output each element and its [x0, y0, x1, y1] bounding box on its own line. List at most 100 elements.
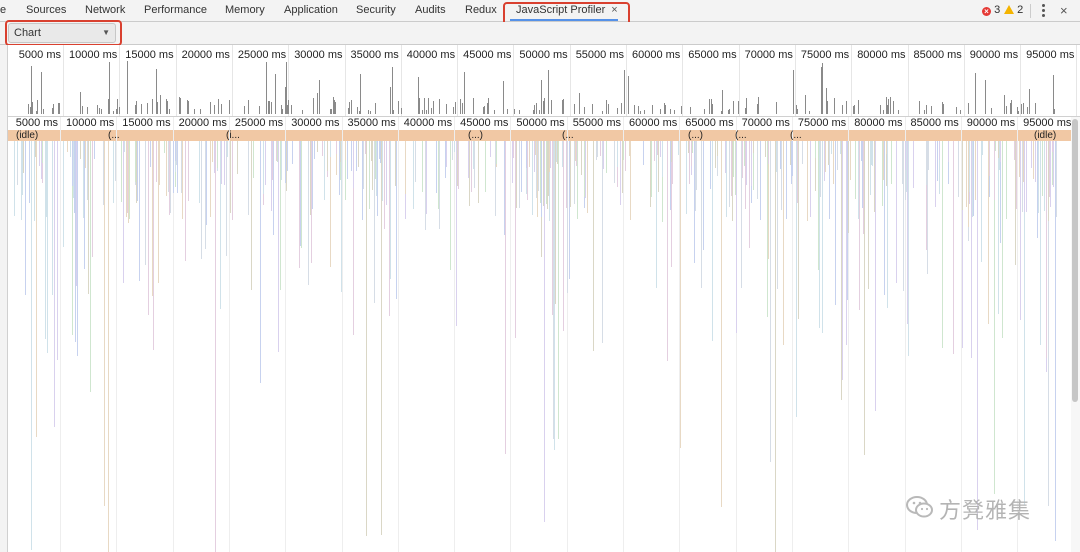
call-stack-frame[interactable] — [35, 141, 37, 157]
call-stack-frame[interactable] — [252, 141, 254, 179]
call-stack-frame[interactable] — [581, 141, 583, 175]
call-stack-frame[interactable] — [554, 141, 556, 450]
call-stack-frame[interactable] — [495, 141, 497, 216]
call-stack-frame[interactable] — [540, 141, 542, 218]
call-stack-frame[interactable] — [220, 141, 222, 184]
call-stack-frame[interactable] — [85, 141, 87, 168]
call-stack-frame[interactable] — [961, 141, 963, 210]
call-stack-frame[interactable] — [169, 141, 171, 215]
timeline-overview[interactable]: 5000 ms 10000 ms 15000 ms 20000 ms 25000 ms 3… — [8, 45, 1080, 117]
call-stack-frame[interactable] — [649, 141, 651, 207]
call-stack-frame[interactable] — [52, 141, 53, 295]
call-stack-frame[interactable] — [549, 141, 551, 172]
tab-security[interactable]: Security — [356, 0, 396, 22]
call-stack-frame[interactable] — [756, 141, 758, 200]
call-stack-frame[interactable] — [389, 141, 391, 280]
call-stack-frame[interactable] — [750, 141, 752, 186]
call-stack-frame[interactable] — [650, 141, 652, 198]
call-stack-frame[interactable] — [368, 141, 370, 210]
call-stack-frame[interactable] — [248, 141, 250, 215]
call-stack-frame[interactable] — [710, 141, 712, 189]
call-stack-frame[interactable] — [938, 141, 940, 160]
call-stack-frame[interactable] — [863, 141, 865, 235]
call-stack-frame[interactable] — [353, 141, 355, 189]
call-stack-frame[interactable] — [775, 141, 777, 172]
call-stack-frame[interactable] — [861, 141, 863, 208]
call-stack-frame[interactable] — [670, 141, 672, 163]
call-stack-frame[interactable] — [836, 141, 838, 170]
call-stack-frame[interactable] — [149, 141, 151, 167]
call-frame-label[interactable]: (...) — [468, 130, 483, 141]
call-stack-frame[interactable] — [735, 141, 737, 334]
call-stack-frame[interactable] — [587, 141, 589, 214]
call-stack-frame[interactable] — [729, 141, 730, 208]
call-stack-frame[interactable] — [672, 141, 674, 185]
call-stack-frame[interactable] — [63, 141, 64, 248]
call-stack-frame[interactable] — [478, 141, 480, 203]
call-stack-frame[interactable] — [526, 141, 528, 168]
warning-count[interactable]: 2 — [1004, 0, 1023, 22]
call-stack-frame[interactable] — [568, 141, 570, 280]
call-stack-frame[interactable] — [371, 141, 373, 191]
call-stack-frame[interactable] — [31, 141, 32, 550]
call-stack-frame[interactable] — [379, 141, 381, 164]
call-stack-frame[interactable] — [602, 141, 604, 343]
call-stack-frame[interactable] — [936, 141, 938, 182]
call-stack-frame[interactable] — [817, 141, 819, 270]
call-stack-frame[interactable] — [890, 141, 892, 185]
call-stack-frame[interactable] — [614, 141, 616, 184]
call-stack-frame[interactable] — [205, 141, 207, 250]
call-stack-frame[interactable] — [695, 141, 697, 191]
call-stack-frame[interactable] — [603, 141, 605, 170]
call-stack-frame[interactable] — [281, 141, 283, 180]
call-stack-frame[interactable] — [1014, 141, 1016, 160]
scrollbar-thumb[interactable] — [1072, 119, 1078, 402]
call-stack-frame[interactable] — [643, 141, 645, 165]
call-frame-label[interactable]: (idle) — [1034, 130, 1056, 141]
tab-redux[interactable]: Redux — [465, 0, 497, 22]
call-stack-frame[interactable] — [600, 141, 602, 157]
call-stack-frame[interactable] — [972, 141, 974, 216]
call-stack-frame[interactable] — [1039, 141, 1041, 345]
call-stack-frame[interactable] — [583, 141, 585, 198]
call-stack-frame[interactable] — [335, 141, 337, 154]
call-stack-frame[interactable] — [967, 141, 969, 227]
call-stack-frame[interactable] — [24, 141, 26, 296]
call-stack-frame[interactable] — [970, 141, 972, 358]
call-stack-frame[interactable] — [742, 141, 744, 179]
call-stack-frame[interactable] — [1036, 141, 1038, 239]
call-stack-frame[interactable] — [883, 141, 885, 296]
call-stack-frame[interactable] — [232, 141, 234, 220]
call-stack-frame[interactable] — [236, 141, 238, 175]
call-stack-frame[interactable] — [22, 141, 24, 173]
call-stack-frame[interactable] — [21, 141, 23, 220]
call-stack-frame[interactable] — [666, 141, 668, 361]
call-stack-frame[interactable] — [515, 141, 517, 339]
call-stack-frame[interactable] — [653, 141, 655, 161]
call-stack-frame[interactable] — [981, 141, 983, 263]
call-stack-frame[interactable] — [1053, 141, 1055, 188]
call-stack-frame[interactable] — [999, 141, 1001, 170]
call-stack-frame[interactable] — [278, 141, 280, 352]
call-stack-frame[interactable] — [1044, 141, 1046, 212]
call-stack-frame[interactable] — [129, 141, 131, 219]
call-stack-frame[interactable] — [298, 141, 300, 268]
call-stack-frame[interactable] — [679, 141, 681, 448]
call-stack-frame[interactable] — [814, 141, 816, 158]
call-stack-frame[interactable] — [219, 141, 221, 309]
call-stack-frame[interactable] — [1005, 141, 1007, 220]
call-stack-frame[interactable] — [1046, 141, 1048, 358]
call-stack-frame[interactable] — [703, 141, 705, 251]
call-stack-frame[interactable] — [108, 141, 110, 552]
call-stack-frame[interactable] — [994, 141, 996, 152]
call-stack-frame[interactable] — [867, 141, 869, 289]
call-stack-frame[interactable] — [617, 141, 618, 167]
tab-performance[interactable]: Performance — [144, 0, 207, 22]
call-stack-frame[interactable] — [770, 141, 772, 463]
call-stack-frame[interactable] — [555, 141, 557, 162]
call-stack-frame[interactable] — [503, 141, 505, 235]
tab-sources[interactable]: Sources — [26, 0, 66, 22]
call-stack-frame[interactable] — [103, 141, 104, 205]
call-stack-frame[interactable] — [965, 141, 967, 208]
call-stack-frame[interactable] — [35, 141, 37, 437]
